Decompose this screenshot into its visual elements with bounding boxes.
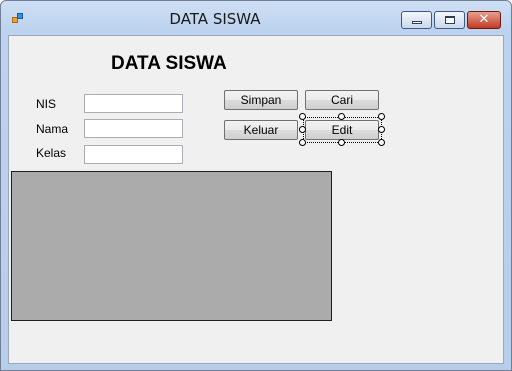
- minimize-icon: [412, 21, 422, 24]
- form-heading: DATA SISWA: [111, 53, 227, 74]
- title-bar[interactable]: DATA SISWA ✕: [1, 1, 511, 35]
- cari-button[interactable]: Cari: [305, 90, 379, 110]
- kelas-label: Kelas: [36, 146, 67, 160]
- resize-handle[interactable]: [338, 113, 345, 120]
- nis-input[interactable]: [84, 94, 183, 113]
- resize-handle[interactable]: [299, 126, 306, 133]
- close-icon: ✕: [478, 12, 490, 27]
- nama-label: Nama: [36, 122, 69, 136]
- data-grid[interactable]: [11, 171, 332, 321]
- simpan-button[interactable]: Simpan: [224, 90, 298, 110]
- resize-handle[interactable]: [378, 139, 385, 146]
- form-window: DATA SISWA ✕ DATA SISWA NIS Nama Kelas S…: [0, 0, 512, 371]
- maximize-button[interactable]: [434, 11, 465, 29]
- resize-handle[interactable]: [299, 139, 306, 146]
- minimize-button[interactable]: [401, 11, 432, 29]
- close-button[interactable]: ✕: [467, 11, 501, 29]
- nama-input[interactable]: [84, 119, 183, 138]
- resize-handle[interactable]: [378, 126, 385, 133]
- form-client-area: DATA SISWA NIS Nama Kelas Simpan Cari Ke…: [8, 35, 504, 364]
- maximize-icon: [445, 16, 455, 24]
- resize-handle[interactable]: [299, 113, 306, 120]
- resize-handle[interactable]: [338, 139, 345, 146]
- window-title: DATA SISWA: [169, 10, 261, 28]
- kelas-input[interactable]: [84, 145, 183, 164]
- keluar-button[interactable]: Keluar: [224, 120, 298, 140]
- nis-label: NIS: [36, 97, 57, 111]
- resize-handle[interactable]: [378, 113, 385, 120]
